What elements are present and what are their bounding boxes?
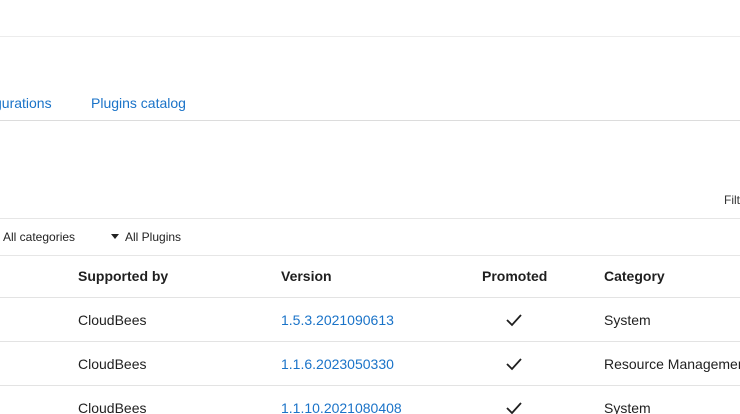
- category-filter-dropdown[interactable]: All categories: [3, 230, 75, 244]
- column-header-category[interactable]: Category: [604, 255, 665, 297]
- page: gurations Plugins catalog Filt All categ…: [0, 0, 740, 414]
- supported-by-cell: CloudBees: [78, 355, 147, 372]
- version-link[interactable]: 1.5.3.2021090613: [281, 298, 394, 341]
- top-bar: [0, 0, 740, 37]
- checkmark-icon: [505, 386, 523, 414]
- table-header-row: Supported by Version Promoted Category: [0, 255, 740, 298]
- tab-configurations[interactable]: gurations: [0, 95, 52, 111]
- column-header-promoted[interactable]: Promoted: [482, 255, 547, 297]
- table-row: CloudBees 1.5.3.2021090613 System: [0, 298, 740, 342]
- tab-bar: gurations Plugins catalog: [0, 84, 740, 121]
- category-cell: System: [604, 311, 651, 328]
- tab-plugins-catalog[interactable]: Plugins catalog: [91, 95, 186, 111]
- table-row: CloudBees 1.1.6.2023050330 Resource Mana…: [0, 342, 740, 386]
- checkmark-icon: [505, 298, 523, 341]
- supported-by-cell: CloudBees: [78, 399, 147, 414]
- category-cell: System: [604, 399, 651, 414]
- version-link[interactable]: 1.1.10.2021080408: [281, 386, 402, 414]
- version-link[interactable]: 1.1.6.2023050330: [281, 342, 394, 385]
- plugins-filter-label: All Plugins: [125, 230, 182, 244]
- caret-down-icon: [111, 234, 119, 240]
- column-header-version[interactable]: Version: [281, 255, 332, 297]
- checkmark-icon: [505, 342, 523, 385]
- plugins-table: Supported by Version Promoted Category C…: [0, 255, 740, 414]
- category-cell: Resource Managemen: [604, 355, 740, 372]
- category-filter-label: All categories: [3, 230, 76, 244]
- table-row: CloudBees 1.1.10.2021080408 System: [0, 386, 740, 414]
- supported-by-cell: CloudBees: [78, 311, 147, 328]
- plugins-filter-dropdown[interactable]: All Plugins: [111, 230, 181, 244]
- filter-label: Filt: [724, 193, 740, 207]
- filter-bar: All categories All Plugins: [0, 218, 740, 256]
- column-header-supported-by[interactable]: Supported by: [78, 255, 168, 297]
